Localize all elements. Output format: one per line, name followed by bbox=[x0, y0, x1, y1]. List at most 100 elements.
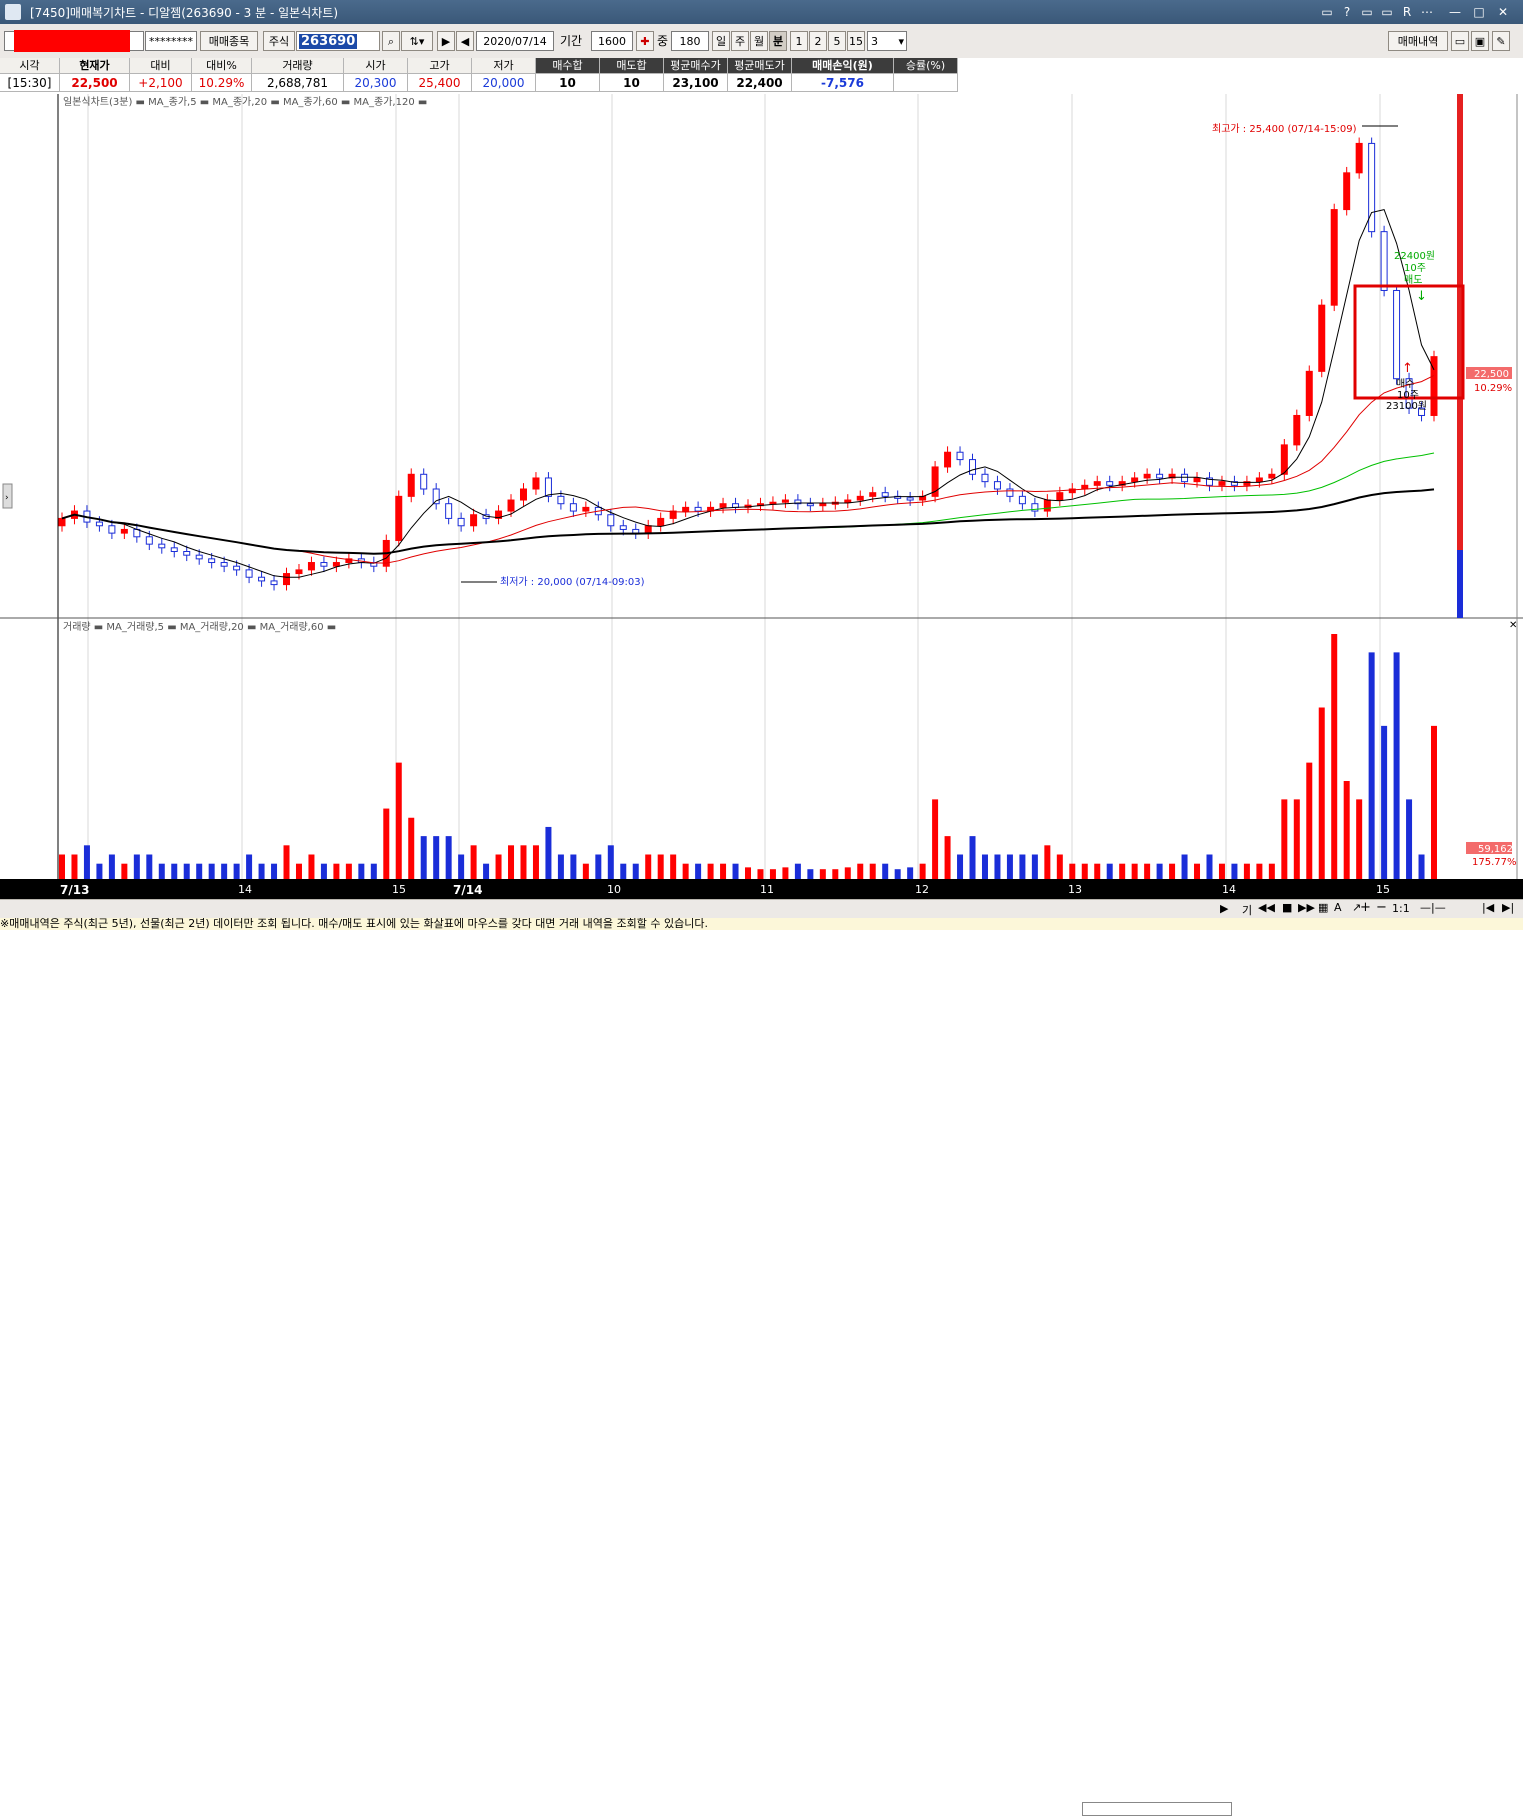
history-button[interactable]: 매매내역 bbox=[1388, 31, 1448, 51]
forward-icon[interactable]: ▶▶ bbox=[1298, 901, 1315, 914]
period-input[interactable]: 1600 bbox=[591, 31, 633, 51]
candle bbox=[220, 562, 228, 567]
search-icon[interactable]: ⌕ bbox=[382, 31, 400, 51]
close-icon[interactable]: ✕ bbox=[1494, 3, 1512, 21]
header-volume: 거래량 bbox=[252, 58, 344, 74]
volume-bar bbox=[794, 863, 801, 879]
rewind-icon[interactable]: ◀◀ bbox=[1258, 901, 1275, 914]
restore-icon[interactable]: ▭ bbox=[1378, 3, 1396, 21]
minimize-icon[interactable]: — bbox=[1446, 3, 1464, 21]
candle bbox=[1393, 289, 1401, 380]
volume-bar bbox=[994, 854, 1001, 879]
wrench-icon[interactable]: ✎ bbox=[1492, 31, 1510, 51]
volume-bar bbox=[1169, 863, 1176, 879]
volume-bar bbox=[470, 845, 477, 879]
extra-icon[interactable]: ⋯ bbox=[1418, 3, 1436, 21]
toggle-icon[interactable]: ✚ bbox=[636, 31, 654, 51]
candle bbox=[170, 547, 178, 552]
candle bbox=[1018, 495, 1026, 505]
candle bbox=[1106, 481, 1114, 486]
header-change-pct: 대비% bbox=[192, 58, 252, 74]
interval-15[interactable]: 15 bbox=[847, 31, 865, 51]
interval-1[interactable]: 1 bbox=[790, 31, 808, 51]
volume-bar bbox=[1144, 863, 1151, 879]
volume-bar bbox=[271, 863, 278, 879]
help-icon[interactable]: ▭ bbox=[1318, 3, 1336, 21]
candle bbox=[95, 521, 103, 527]
candle bbox=[1131, 477, 1139, 483]
volume-bar bbox=[657, 854, 664, 879]
pin-icon[interactable]: ▭ bbox=[1358, 3, 1376, 21]
tab-day[interactable]: 일 bbox=[712, 31, 730, 51]
volume-bar bbox=[196, 863, 203, 879]
font-icon[interactable]: R bbox=[1398, 3, 1416, 21]
value-current: 22,500 bbox=[60, 74, 130, 92]
text-icon[interactable]: A bbox=[1334, 901, 1342, 914]
window-titlebar: [7450]매매복기차트 - 디알젬(263690 - 3 분 - 일본식차트)… bbox=[0, 0, 1523, 24]
scroll-right-icon[interactable]: ▶ bbox=[1220, 902, 1228, 915]
volume-bar bbox=[1281, 799, 1288, 879]
last-icon[interactable]: ▶| bbox=[1502, 901, 1514, 914]
interval-5[interactable]: 5 bbox=[828, 31, 846, 51]
sell-arrow-icon[interactable]: ↓ bbox=[1416, 289, 1427, 304]
volume-bar bbox=[308, 854, 315, 879]
stock-type-button[interactable]: 주식 bbox=[263, 31, 295, 51]
grid-icon[interactable]: ▦ bbox=[1318, 901, 1328, 914]
tab-week[interactable]: 주 bbox=[731, 31, 749, 51]
status-bar: ※매매내역은 주식(최근 5년), 선물(최근 2년) 데이터만 조회 됩니다.… bbox=[0, 918, 1523, 930]
candle bbox=[569, 503, 577, 512]
slider-icon[interactable]: —|— bbox=[1420, 901, 1446, 914]
tab-minute[interactable]: 분 bbox=[769, 31, 787, 51]
date-input[interactable]: 2020/07/14 bbox=[476, 31, 554, 51]
trade-item-button[interactable]: 매매종목 bbox=[200, 31, 258, 51]
tab-month[interactable]: 월 bbox=[750, 31, 768, 51]
stock-chart[interactable]: › 일본식차트(3분) ▬ MA_종가,5 ▬ MA_종가,20 ▬ MA_종가… bbox=[0, 94, 1523, 880]
interval-2[interactable]: 2 bbox=[809, 31, 827, 51]
stock-code-value: 263690 bbox=[299, 34, 358, 49]
volume-bar bbox=[957, 854, 964, 879]
volume-close-icon[interactable]: ✕ bbox=[1509, 620, 1517, 631]
count-input[interactable]: 180 bbox=[671, 31, 709, 51]
buy-note-label: 매수 bbox=[1396, 378, 1414, 390]
zoom-out-icon[interactable]: − bbox=[1376, 900, 1387, 915]
password-field[interactable]: ******** bbox=[145, 31, 197, 51]
interval-select[interactable]: 3 ▾ bbox=[867, 31, 907, 51]
volume-bar bbox=[96, 863, 103, 879]
candle bbox=[233, 565, 241, 571]
volume-bar bbox=[545, 826, 552, 879]
first-icon[interactable]: |◀ bbox=[1482, 901, 1494, 914]
header-sell-sum: 매도합 bbox=[600, 58, 664, 74]
x-label: 11 bbox=[760, 883, 774, 896]
volume-bar bbox=[108, 854, 115, 879]
volume-bar bbox=[1106, 863, 1113, 879]
buy-arrow-icon[interactable]: ↑ bbox=[1402, 361, 1413, 376]
folder-icon[interactable]: ▭ bbox=[1451, 31, 1469, 51]
sort-icon[interactable]: ⇅▾ bbox=[401, 31, 433, 51]
stop-icon[interactable]: ■ bbox=[1282, 901, 1292, 914]
question-icon[interactable]: ? bbox=[1338, 3, 1356, 21]
candle bbox=[183, 551, 191, 556]
candle bbox=[270, 580, 278, 586]
zoom-in-icon[interactable]: + bbox=[1360, 900, 1371, 915]
candle bbox=[295, 569, 303, 575]
candle bbox=[1268, 473, 1276, 479]
maximize-icon[interactable]: □ bbox=[1470, 3, 1488, 21]
volume-bar bbox=[71, 854, 78, 879]
volume-bar bbox=[807, 869, 814, 879]
nav-label[interactable]: 기 bbox=[1242, 902, 1252, 918]
last-price-text: 22,500 bbox=[1474, 369, 1509, 380]
back-icon[interactable]: ◀ bbox=[456, 31, 474, 51]
volume-bar bbox=[1231, 863, 1238, 879]
volume-bar bbox=[133, 854, 140, 879]
volume-bar bbox=[333, 863, 340, 879]
value-high: 25,400 bbox=[408, 74, 472, 92]
chart-scrollbar[interactable] bbox=[1082, 1802, 1232, 1816]
stock-code-input[interactable]: 263690 bbox=[296, 31, 380, 51]
last-volume-text: 59,162 bbox=[1478, 844, 1513, 855]
volume-bar bbox=[882, 863, 889, 879]
zoom-ratio[interactable]: 1:1 bbox=[1392, 902, 1410, 915]
save-icon[interactable]: ▣ bbox=[1471, 31, 1489, 51]
volume-bar bbox=[358, 863, 365, 879]
play-icon[interactable]: ▶ bbox=[437, 31, 455, 51]
volume-bar bbox=[1218, 863, 1225, 879]
